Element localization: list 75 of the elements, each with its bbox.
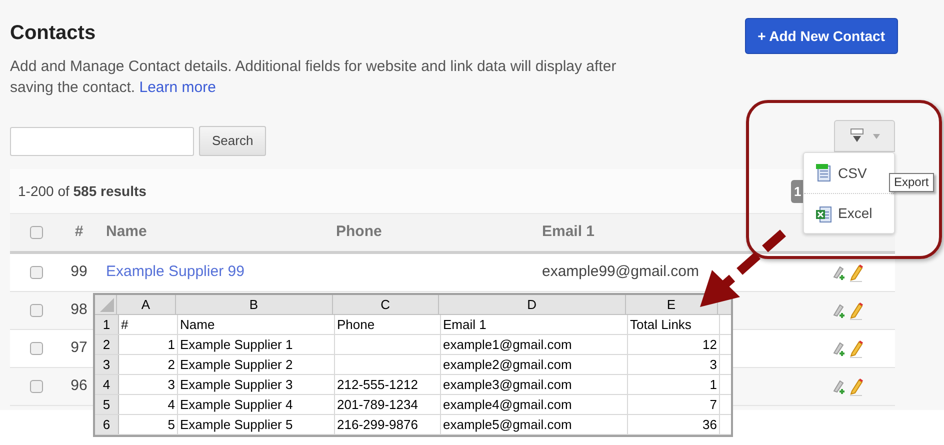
download-icon: [849, 128, 865, 144]
row-number: 6: [95, 415, 119, 434]
spreadsheet-cell: example1@gmail.com: [443, 337, 572, 352]
add-link-icon[interactable]: [832, 340, 846, 356]
results-count: 1-200 of 585 results: [18, 182, 146, 200]
spreadsheet-cell: Example Supplier 4: [180, 397, 293, 412]
column-header: Name: [105, 222, 148, 242]
column-letter: B: [176, 295, 333, 314]
spreadsheet-cell: 2: [168, 357, 175, 372]
spreadsheet-cell: 36: [702, 417, 717, 432]
pencil-icon[interactable]: [849, 302, 863, 320]
spreadsheet-cell: example4@gmail.com: [443, 397, 572, 412]
table-cell-text: 97: [70, 338, 88, 358]
spreadsheet-cell: example2@gmail.com: [443, 357, 572, 372]
checkbox[interactable]: [30, 304, 42, 317]
column-header: #: [74, 222, 84, 242]
checkbox[interactable]: [30, 380, 42, 393]
spreadsheet-cell: 7: [710, 397, 717, 412]
spreadsheet-cell: Email 1: [443, 317, 486, 332]
spreadsheet-cell: Name: [180, 317, 215, 332]
page-description: Add and Manage Contact details. Additional fields for website and link data will display after saving the contact. Learn more: [10, 57, 618, 98]
menu-item[interactable]: Excel: [804, 193, 894, 233]
spreadsheet-file-icon: [816, 204, 832, 222]
table-cell-text: 98: [70, 300, 88, 320]
spreadsheet-cell: Example Supplier 3: [180, 377, 293, 392]
row-number: 1: [95, 315, 119, 334]
contact-name-link[interactable]: Example Supplier 99: [106, 263, 244, 280]
table-cell-text: 96: [70, 376, 88, 396]
table-cell-text: 99: [70, 262, 88, 282]
spreadsheet-cell: 4: [168, 397, 175, 412]
checkbox[interactable]: [30, 342, 42, 355]
learn-more-link[interactable]: Learn more: [139, 79, 216, 96]
spreadsheet-cell: #: [121, 317, 128, 332]
spreadsheet-cell: Example Supplier 2: [180, 357, 293, 372]
spreadsheet-cell: 12: [702, 337, 717, 352]
row-number: 2: [95, 335, 119, 354]
add-link-icon[interactable]: [832, 264, 846, 280]
pencil-icon[interactable]: [849, 378, 863, 396]
row-number: 5: [95, 395, 119, 414]
pencil-icon[interactable]: [849, 264, 863, 282]
spreadsheet-cell: Example Supplier 1: [180, 337, 293, 352]
spreadsheet-cell: Example Supplier 5: [180, 417, 293, 432]
csv-file-icon: [816, 164, 832, 182]
checkbox[interactable]: [30, 266, 42, 279]
spreadsheet-cell: 216-299-9876: [337, 417, 418, 432]
tooltip: Export: [889, 173, 934, 192]
spreadsheet-cell: example3@gmail.com: [443, 377, 572, 392]
search-field[interactable]: [10, 126, 194, 156]
spreadsheet-cell: 5: [168, 417, 175, 432]
column-header: Email 1: [542, 222, 596, 242]
spreadsheet-cell: example5@gmail.com: [443, 417, 572, 432]
spreadsheet-cell: Phone: [337, 317, 375, 332]
add-link-icon[interactable]: [832, 302, 846, 318]
export-dropdown-button[interactable]: [834, 120, 895, 152]
column-letter: D: [438, 295, 626, 314]
search-button[interactable]: Search: [199, 126, 266, 156]
row-number: 4: [95, 375, 119, 394]
row-number: 3: [95, 355, 119, 374]
spreadsheet-cell: 3: [710, 357, 717, 372]
column-header: Phone: [336, 222, 383, 242]
page-title: Contacts: [10, 21, 97, 46]
checkbox[interactable]: [30, 226, 42, 239]
pencil-icon[interactable]: [849, 340, 863, 358]
add-contact-button[interactable]: + Add New Contact: [744, 18, 898, 54]
spreadsheet-cell: 1: [168, 337, 175, 352]
add-link-icon[interactable]: [832, 378, 846, 394]
spreadsheet-cell: 212-555-1212: [337, 377, 418, 392]
caret-icon: [873, 134, 880, 138]
spreadsheet-cell: Total Links: [630, 317, 692, 332]
table-cell: example99@gmail.com: [542, 263, 699, 280]
spreadsheet-cell: 201-789-1234: [337, 397, 418, 412]
column-letter: C: [332, 295, 439, 314]
spreadsheet-cell: 3: [168, 377, 175, 392]
spreadsheet-cell: 1: [710, 377, 717, 392]
column-letter: A: [116, 295, 176, 314]
